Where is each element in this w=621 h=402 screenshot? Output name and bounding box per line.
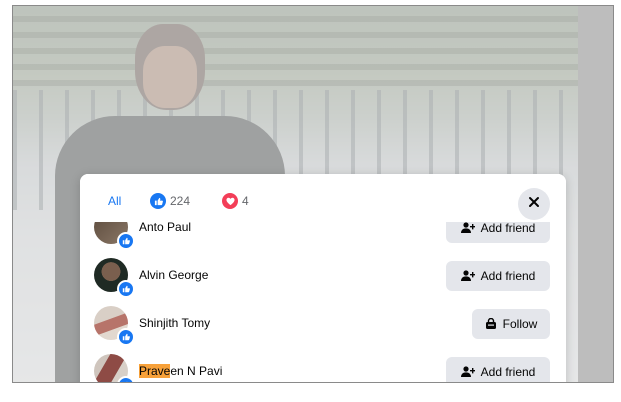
tab-like[interactable]: 224: [150, 191, 190, 211]
right-panel-edge: [578, 6, 613, 382]
person-plus-icon: [460, 366, 475, 378]
screenshot-frame: Anto Paul Add friend Alvin George Add fr…: [12, 5, 614, 383]
reactions-dialog: Anto Paul Add friend Alvin George Add fr…: [80, 174, 566, 382]
close-icon: [528, 195, 540, 213]
like-count: 224: [170, 194, 191, 208]
reaction-tabs: All 224 4: [80, 174, 566, 222]
add-friend-button[interactable]: Add friend: [446, 261, 550, 291]
person-name[interactable]: Anto Paul: [139, 220, 191, 234]
close-button[interactable]: [518, 188, 550, 220]
person-name-rest: en N Pavi: [170, 364, 223, 378]
tab-love[interactable]: 4: [222, 191, 249, 211]
person-name[interactable]: Alvin George: [139, 268, 208, 282]
tab-all[interactable]: All: [108, 191, 121, 211]
love-count: 4: [242, 194, 249, 208]
add-friend-label: Add friend: [480, 221, 536, 235]
like-badge-icon: [117, 280, 135, 298]
add-friend-label: Add friend: [480, 269, 536, 283]
add-friend-label: Add friend: [480, 365, 536, 379]
like-badge-icon: [117, 232, 135, 250]
follow-icon: [485, 318, 497, 330]
person-name[interactable]: Praveen N Pavi: [139, 364, 222, 378]
person-plus-icon: [460, 222, 475, 234]
add-friend-button[interactable]: Add friend: [446, 357, 550, 382]
person-name[interactable]: Shinjith Tomy: [139, 316, 210, 330]
list-item[interactable]: Alvin George Add friend: [80, 252, 566, 300]
search-highlight: Prave: [139, 364, 171, 378]
like-badge-icon: [117, 376, 135, 382]
follow-button[interactable]: Follow: [472, 309, 550, 339]
like-reaction-icon: [150, 193, 166, 209]
person-plus-icon: [460, 270, 475, 282]
list-item[interactable]: Praveen N Pavi Add friend: [80, 348, 566, 382]
list-item[interactable]: Shinjith Tomy Follow: [80, 300, 566, 348]
tab-all-label: All: [108, 194, 122, 208]
follow-label: Follow: [502, 317, 538, 331]
like-badge-icon: [117, 328, 135, 346]
love-reaction-icon: [222, 193, 238, 209]
